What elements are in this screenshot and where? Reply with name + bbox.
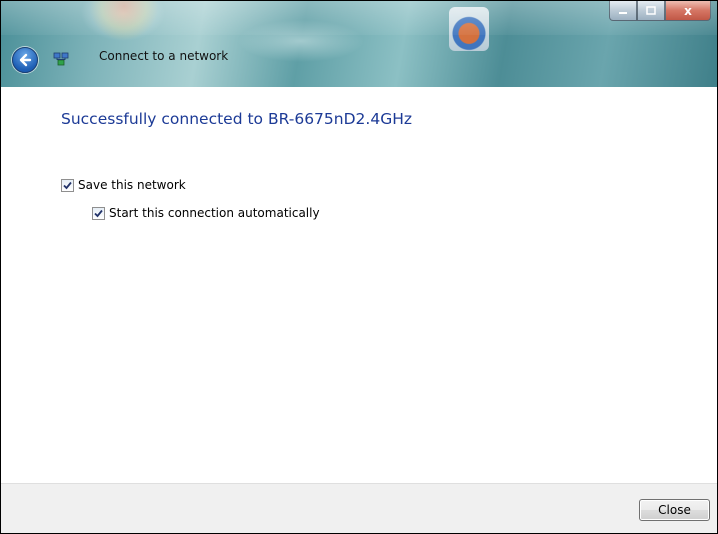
- window-title: Connect to a network: [99, 49, 229, 63]
- maximize-icon: [646, 5, 656, 15]
- title-bar[interactable]: x Connect to a network: [1, 1, 717, 87]
- back-button[interactable]: [12, 47, 38, 73]
- minimize-icon: [619, 11, 627, 14]
- connect-to-network-window: x Connect to a network Successfully conn…: [0, 0, 718, 534]
- checkmark-icon: [63, 181, 72, 189]
- background-app-icon: [449, 7, 489, 51]
- checkmark-icon: [94, 209, 103, 217]
- network-icon: [53, 52, 69, 66]
- dialog-footer: Close: [1, 483, 717, 533]
- close-window-button[interactable]: x: [665, 1, 711, 21]
- save-network-option[interactable]: Save this network: [61, 178, 186, 192]
- auto-connect-option[interactable]: Start this connection automatically: [92, 206, 320, 220]
- close-icon: x: [684, 3, 692, 18]
- background-glow: [89, 1, 159, 41]
- main-content: Successfully connected to BR-6675nD2.4GH…: [1, 87, 717, 483]
- close-button[interactable]: Close: [639, 499, 710, 521]
- minimize-button[interactable]: [609, 1, 637, 21]
- window-controls: x: [609, 1, 711, 21]
- auto-connect-label: Start this connection automatically: [109, 206, 320, 220]
- back-arrow-icon: [19, 53, 32, 67]
- save-network-checkbox[interactable]: [61, 178, 74, 192]
- maximize-button[interactable]: [637, 1, 665, 21]
- save-network-label: Save this network: [78, 178, 186, 192]
- status-heading: Successfully connected to BR-6675nD2.4GH…: [61, 110, 412, 128]
- auto-connect-checkbox[interactable]: [92, 206, 105, 220]
